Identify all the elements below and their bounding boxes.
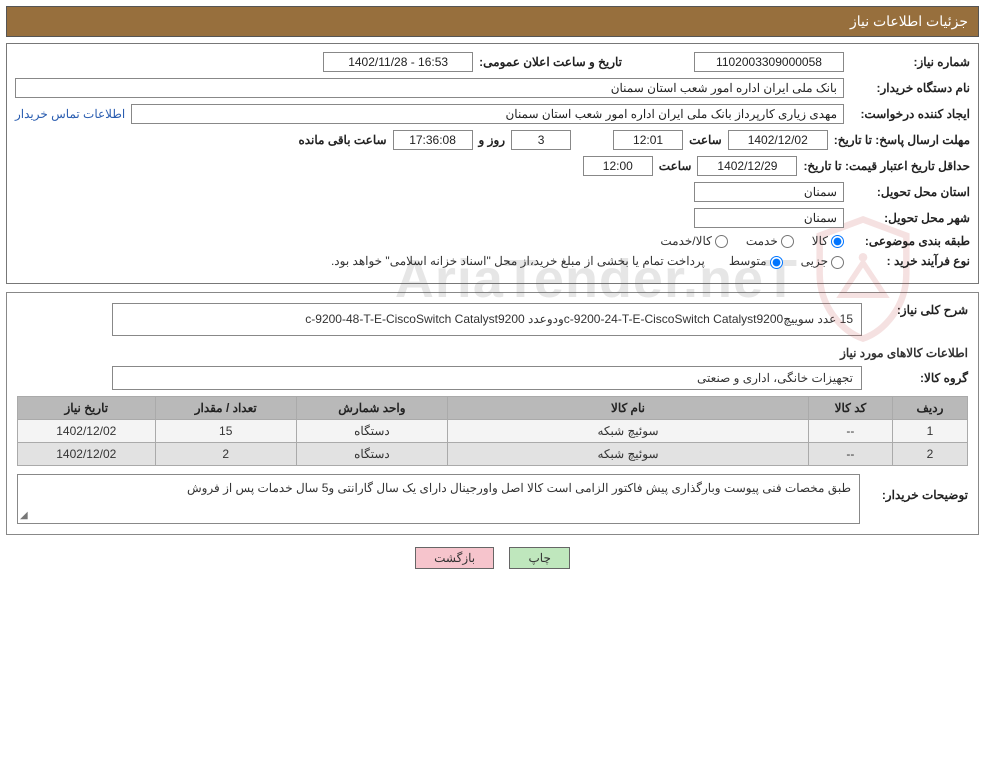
org-label: نام دستگاه خریدار: [850, 81, 970, 95]
radio-medium[interactable]: متوسط [729, 254, 783, 268]
cell-row: 2 [892, 442, 967, 465]
province-value: سمنان [694, 182, 844, 202]
buyer-notes-text: طبق مخصات فنی پیوست وبارگذاری پیش فاکتور… [187, 481, 851, 495]
cell-date: 1402/12/02 [18, 419, 156, 442]
buyer-notes-box: طبق مخصات فنی پیوست وبارگذاری پیش فاکتور… [17, 474, 860, 524]
purchase-note: پرداخت تمام یا بخشی از مبلغ خرید،از محل … [331, 254, 705, 268]
purchase-type-label: نوع فرآیند خرید : [850, 254, 970, 268]
resize-handle-icon: ◢ [20, 510, 28, 521]
deadline-date: 1402/12/02 [728, 130, 828, 150]
col-code: کد کالا [808, 396, 892, 419]
cell-unit: دستگاه [296, 442, 447, 465]
need-no-value: 1102003309000058 [694, 52, 844, 72]
city-label: شهر محل تحویل: [850, 211, 970, 225]
page-title-bar: جزئیات اطلاعات نیاز [6, 6, 979, 37]
org-value: بانک ملی ایران اداره امور شعب استان سمنا… [15, 78, 844, 98]
cell-qty: 2 [155, 442, 296, 465]
radio-service[interactable]: خدمت [746, 234, 794, 248]
buyer-contact-link[interactable]: اطلاعات تماس خریدار [15, 107, 125, 121]
remaining-label: ساعت باقی مانده [298, 133, 386, 147]
col-row: ردیف [892, 396, 967, 419]
radio-minor-input[interactable] [831, 256, 844, 269]
cell-unit: دستگاه [296, 419, 447, 442]
goods-group-label: گروه کالا: [868, 371, 968, 385]
radio-both[interactable]: کالا/خدمت [660, 234, 727, 248]
goods-group-value: تجهیزات خانگی، اداری و صنعتی [112, 366, 862, 390]
radio-minor[interactable]: جزیی [801, 254, 844, 268]
cell-code: -- [808, 442, 892, 465]
validity-label: حداقل تاریخ اعتبار قیمت: تا تاریخ: [803, 159, 970, 173]
need-no-label: شماره نیاز: [850, 55, 970, 69]
table-row: 2--سوئیچ شبکهدستگاه21402/12/02 [18, 442, 968, 465]
deadline-label: مهلت ارسال پاسخ: تا تاریخ: [834, 133, 970, 147]
requester-label: ایجاد کننده درخواست: [850, 107, 970, 121]
days-label: روز و [479, 133, 506, 147]
goods-table: ردیف کد کالا نام کالا واحد شمارش تعداد /… [17, 396, 968, 466]
radio-both-input[interactable] [715, 235, 728, 248]
days-left: 3 [511, 130, 571, 150]
announce-label: تاریخ و ساعت اعلان عمومی: [479, 55, 622, 69]
cell-date: 1402/12/02 [18, 442, 156, 465]
province-label: استان محل تحویل: [850, 185, 970, 199]
cell-row: 1 [892, 419, 967, 442]
requester-value: مهدی زیاری کارپرداز بانک ملی ایران اداره… [131, 104, 844, 124]
page-title: جزئیات اطلاعات نیاز [850, 13, 968, 29]
action-bar: چاپ بازگشت [6, 547, 979, 575]
col-unit: واحد شمارش [296, 396, 447, 419]
col-qty: تعداد / مقدار [155, 396, 296, 419]
deadline-time: 12:01 [613, 130, 683, 150]
category-label: طبقه بندی موضوعی: [850, 234, 970, 248]
validity-date: 1402/12/29 [697, 156, 797, 176]
announce-value: 16:53 - 1402/11/28 [323, 52, 473, 72]
summary-text: 15 عدد سوییچc-9200-24-T-E-CiscoSwitch Ca… [112, 303, 862, 336]
cell-qty: 15 [155, 419, 296, 442]
radio-goods-input[interactable] [831, 235, 844, 248]
time-label-1: ساعت [689, 133, 722, 147]
cell-name: سوئیچ شبکه [447, 442, 808, 465]
city-value: سمنان [694, 208, 844, 228]
validity-time: 12:00 [583, 156, 653, 176]
goods-heading: اطلاعات کالاهای مورد نیاز [17, 346, 968, 360]
radio-medium-input[interactable] [770, 256, 783, 269]
countdown: 17:36:08 [393, 130, 473, 150]
buyer-notes-label: توضیحات خریدار: [868, 474, 968, 502]
goods-section: شرح کلی نیاز: 15 عدد سوییچc-9200-24-T-E-… [6, 292, 979, 535]
radio-goods[interactable]: کالا [812, 234, 844, 248]
cell-code: -- [808, 419, 892, 442]
radio-service-input[interactable] [781, 235, 794, 248]
print-button[interactable]: چاپ [509, 547, 569, 569]
details-panel: AriaTender.neT شماره نیاز: 1102003309000… [6, 43, 979, 284]
cell-name: سوئیچ شبکه [447, 419, 808, 442]
table-row: 1--سوئیچ شبکهدستگاه151402/12/02 [18, 419, 968, 442]
col-date: تاریخ نیاز [18, 396, 156, 419]
time-label-2: ساعت [659, 159, 692, 173]
col-name: نام کالا [447, 396, 808, 419]
back-button[interactable]: بازگشت [415, 547, 494, 569]
summary-label: شرح کلی نیاز: [868, 303, 968, 317]
